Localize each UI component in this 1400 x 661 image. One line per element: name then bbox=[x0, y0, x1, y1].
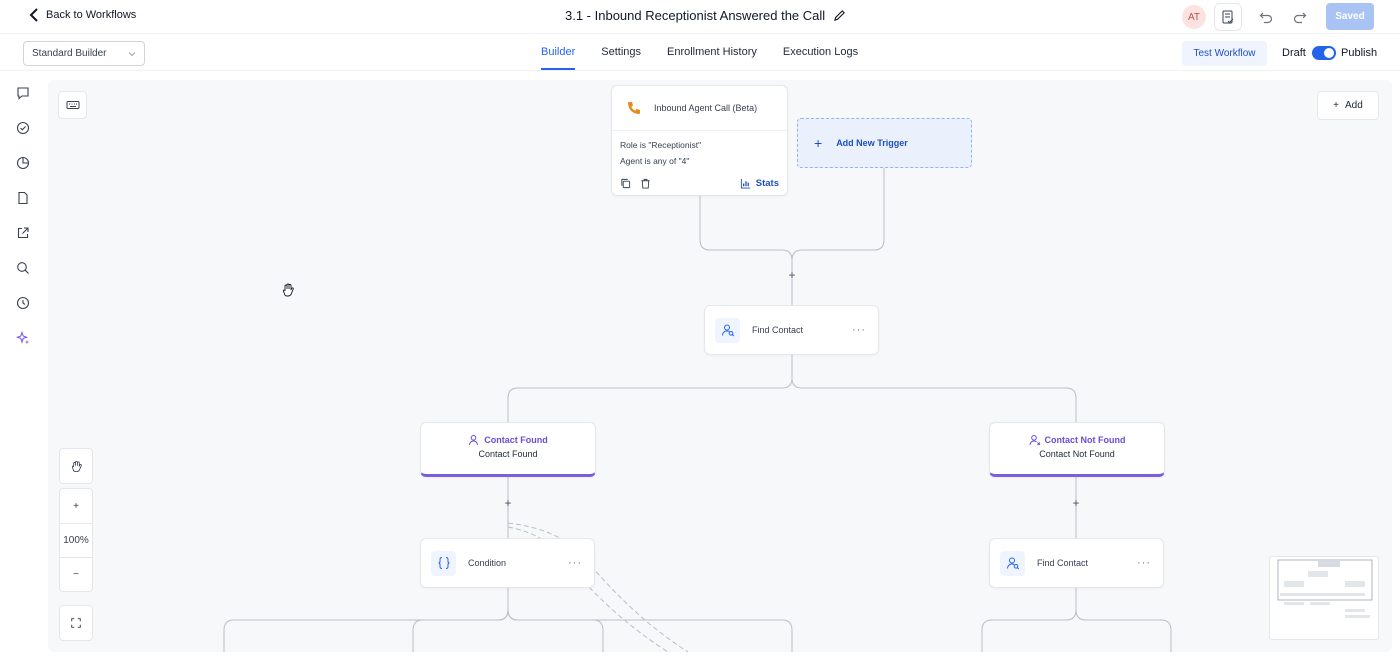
zoom-in-button[interactable]: + bbox=[60, 489, 92, 523]
trigger-title: Inbound Agent Call (Beta) bbox=[654, 103, 758, 113]
trigger-footer: Stats bbox=[612, 171, 787, 195]
user-search-icon bbox=[1000, 550, 1025, 576]
add-step-plus-button[interactable]: + bbox=[785, 268, 799, 282]
chevron-down-icon bbox=[128, 52, 136, 57]
condition-node[interactable]: Condition ··· bbox=[420, 538, 595, 588]
trash-icon[interactable] bbox=[640, 178, 651, 189]
workflow-title-text: 3.1 - Inbound Receptionist Answered the … bbox=[565, 8, 826, 23]
publish-label: Publish bbox=[1341, 47, 1378, 59]
undo-button[interactable] bbox=[1255, 6, 1277, 28]
notes-button[interactable] bbox=[1214, 3, 1242, 31]
keyboard-shortcuts-button[interactable] bbox=[58, 91, 87, 119]
stats-label: Stats bbox=[755, 177, 779, 189]
zoom-out-button[interactable]: − bbox=[60, 557, 92, 591]
find-contact-label: Find Contact bbox=[752, 325, 804, 335]
trigger-condition: Role is "Receptionist" bbox=[620, 140, 702, 150]
stats-link[interactable]: Stats bbox=[740, 178, 779, 189]
find-contact-node[interactable]: Find Contact ··· bbox=[989, 538, 1164, 588]
back-label: Back to Workflows bbox=[46, 9, 137, 21]
plus-icon: + bbox=[814, 135, 823, 151]
expand-icon bbox=[71, 618, 81, 628]
user-x-icon bbox=[1029, 435, 1040, 446]
tab-settings[interactable]: Settings bbox=[601, 35, 641, 70]
trigger-header: Inbound Agent Call (Beta) bbox=[612, 86, 787, 131]
user-search-icon bbox=[715, 317, 740, 343]
condition-label: Condition bbox=[468, 558, 507, 568]
comment-icon[interactable] bbox=[16, 86, 32, 102]
minimap-preview bbox=[1277, 559, 1373, 618]
chevron-left-icon bbox=[29, 8, 38, 22]
add-step-plus-button[interactable]: + bbox=[1069, 496, 1083, 510]
pan-tool-box bbox=[59, 448, 93, 484]
history-icon[interactable] bbox=[16, 296, 32, 312]
find-contact-label: Find Contact bbox=[1037, 558, 1089, 568]
workflow-title: 3.1 - Inbound Receptionist Answered the … bbox=[565, 8, 846, 23]
builder-select-value: Standard Builder bbox=[32, 48, 107, 59]
plus-icon: + bbox=[1333, 100, 1340, 111]
more-icon[interactable]: ··· bbox=[852, 324, 866, 336]
fit-view-box bbox=[59, 605, 93, 641]
sub-bar: Standard Builder Builder Settings Enroll… bbox=[0, 35, 1400, 71]
branch-contact-found[interactable]: Contact Found Contact Found bbox=[420, 422, 596, 477]
document-check-icon bbox=[1222, 10, 1234, 24]
publish-toggle[interactable] bbox=[1312, 46, 1336, 60]
more-icon[interactable]: ··· bbox=[568, 557, 582, 569]
pie-chart-icon[interactable] bbox=[16, 156, 32, 172]
add-new-trigger-button[interactable]: + Add New Trigger bbox=[797, 118, 972, 168]
tab-enrollment-history[interactable]: Enrollment History bbox=[667, 35, 757, 70]
more-icon[interactable]: ··· bbox=[1137, 557, 1151, 569]
branch-contact-not-found[interactable]: Contact Not Found Contact Not Found bbox=[989, 422, 1165, 477]
hand-icon[interactable] bbox=[60, 449, 92, 483]
avatar[interactable]: AT bbox=[1182, 5, 1206, 29]
trigger-conditions: Role is "Receptionist" Agent is any of "… bbox=[612, 131, 787, 175]
zoom-level: 100% bbox=[60, 523, 92, 557]
trigger-condition: Agent is any of "4" bbox=[620, 156, 690, 166]
undo-icon bbox=[1259, 12, 1273, 24]
saved-button[interactable]: Saved bbox=[1326, 3, 1374, 30]
user-icon bbox=[469, 435, 479, 446]
workflow-canvas[interactable]: + Add Inbound Agent Call (Beta) Role is … bbox=[48, 80, 1392, 652]
copy-icon[interactable] bbox=[620, 178, 631, 189]
builder-select[interactable]: Standard Builder bbox=[23, 41, 145, 66]
bar-chart-icon bbox=[740, 178, 750, 189]
add-button[interactable]: + Add bbox=[1317, 91, 1379, 120]
braces-icon bbox=[431, 550, 456, 576]
pencil-icon[interactable] bbox=[833, 9, 846, 22]
zoom-box: + 100% − bbox=[59, 488, 93, 592]
fit-view-button[interactable] bbox=[60, 606, 92, 640]
trigger-node[interactable]: Inbound Agent Call (Beta) Role is "Recep… bbox=[611, 85, 788, 196]
branch-subtitle: Contact Not Found bbox=[1039, 449, 1115, 459]
left-sidebar bbox=[0, 72, 46, 661]
branch-subtitle: Contact Found bbox=[478, 449, 538, 459]
keyboard-icon bbox=[66, 101, 79, 109]
search-icon[interactable] bbox=[16, 261, 32, 277]
branch-title: Contact Found bbox=[484, 435, 548, 445]
add-label: Add bbox=[1345, 100, 1363, 111]
file-icon[interactable] bbox=[16, 191, 32, 207]
branch-title: Contact Not Found bbox=[1044, 435, 1126, 445]
test-workflow-button[interactable]: Test Workflow bbox=[1182, 41, 1267, 66]
back-to-workflows-link[interactable]: Back to Workflows bbox=[28, 8, 136, 22]
external-link-icon[interactable] bbox=[16, 226, 32, 242]
add-step-plus-button[interactable]: + bbox=[501, 496, 515, 510]
tab-execution-logs[interactable]: Execution Logs bbox=[783, 35, 858, 70]
minimap[interactable] bbox=[1269, 556, 1379, 640]
check-circle-icon[interactable] bbox=[16, 121, 32, 137]
draft-label: Draft bbox=[1282, 47, 1306, 59]
tab-builder[interactable]: Builder bbox=[541, 35, 576, 70]
top-bar: Back to Workflows 3.1 - Inbound Receptio… bbox=[0, 0, 1400, 34]
tab-bar: Builder Settings Enrollment History Exec… bbox=[541, 35, 884, 71]
find-contact-node[interactable]: Find Contact ··· bbox=[704, 305, 879, 355]
redo-icon bbox=[1293, 12, 1307, 24]
phone-icon bbox=[624, 98, 644, 118]
sparkle-ai-icon[interactable] bbox=[15, 330, 32, 347]
redo-button[interactable] bbox=[1289, 6, 1311, 28]
hand-cursor-icon bbox=[283, 283, 294, 297]
add-trigger-label: Add New Trigger bbox=[836, 138, 908, 148]
